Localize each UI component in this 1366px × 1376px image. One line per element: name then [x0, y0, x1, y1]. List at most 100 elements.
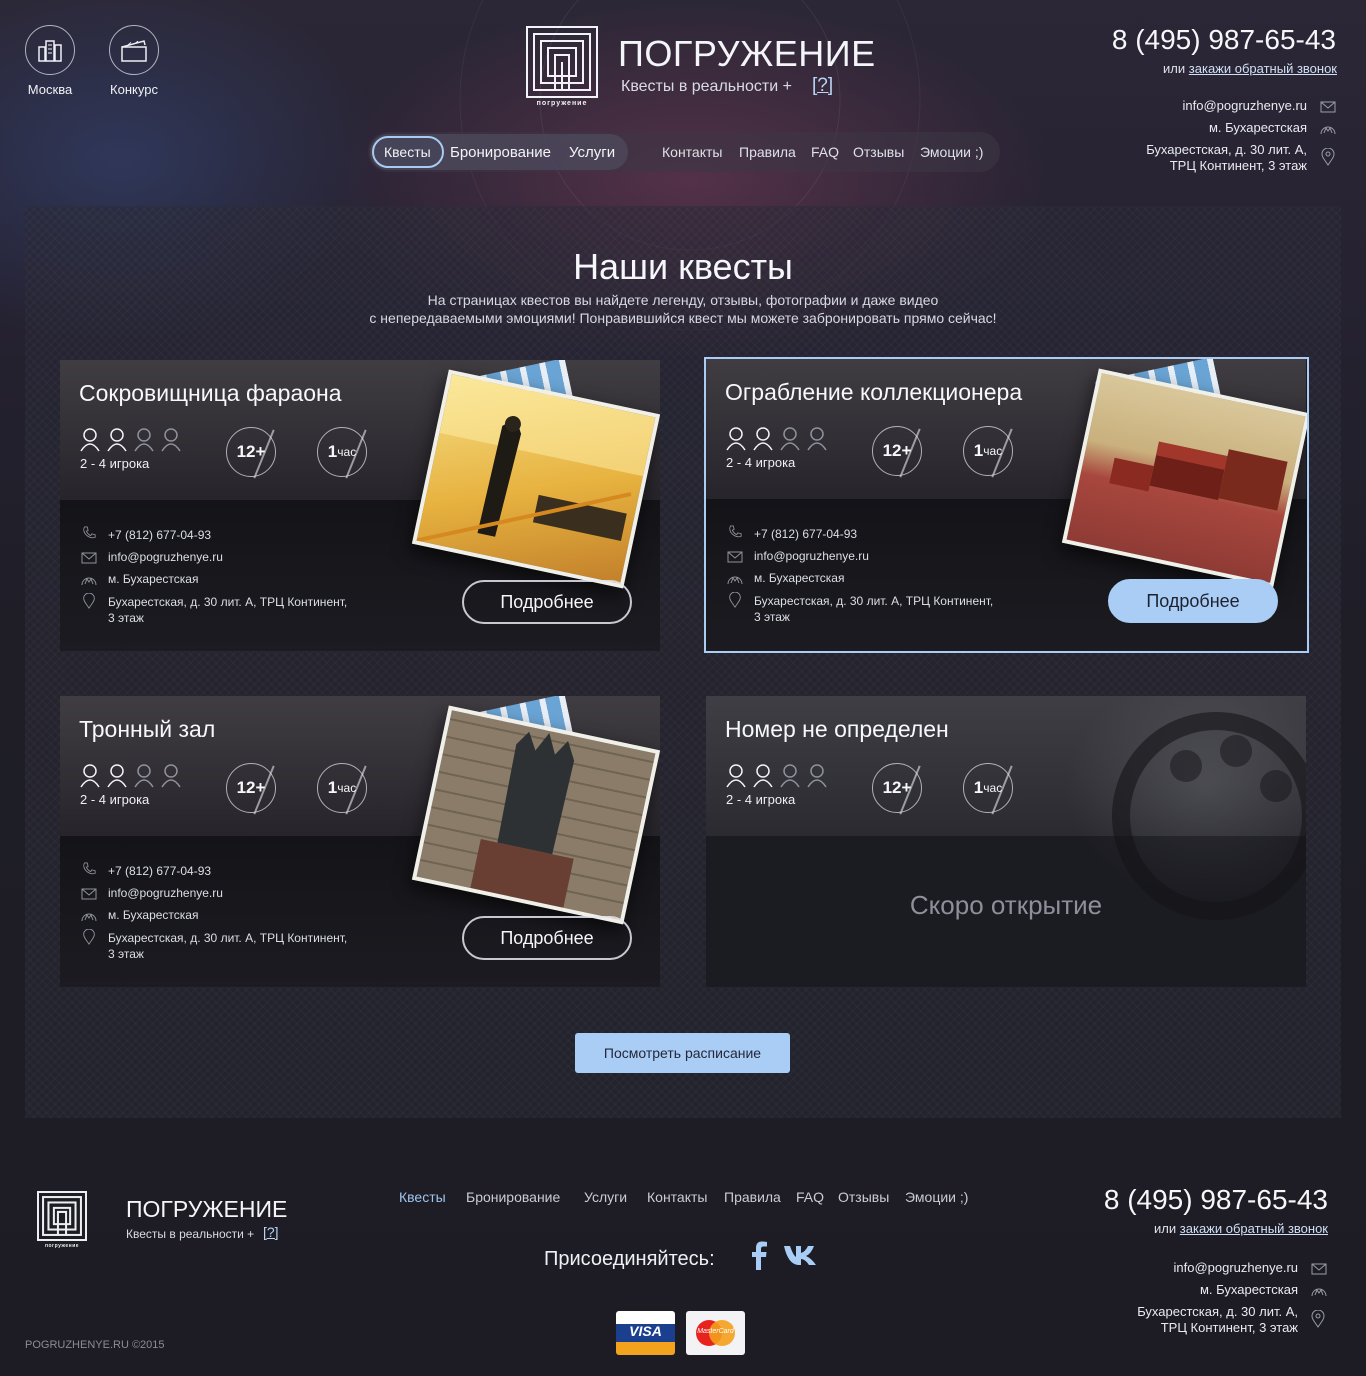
header-phone[interactable]: 8 (495) 987-65-43: [1112, 24, 1336, 56]
visa-card-icon: VISA: [616, 1311, 675, 1355]
more-button[interactable]: Подробнее: [462, 580, 632, 624]
nav-reviews[interactable]: Отзывы: [853, 144, 904, 160]
quest-title[interactable]: Сокровищница фараона: [79, 380, 342, 407]
quest-address: Бухарестская, д. 30 лит. А, ТРЦ Континен…: [754, 594, 994, 624]
mail-icon: [81, 888, 97, 900]
players-icons: [726, 427, 834, 453]
logo-icon[interactable]: [526, 26, 598, 98]
quest-phone[interactable]: +7 (812) 677-04-93: [108, 528, 211, 542]
footer-phone[interactable]: 8 (495) 987-65-43: [1104, 1184, 1328, 1216]
quest-title[interactable]: Ограбление коллекционера: [725, 379, 1022, 406]
contest-label[interactable]: Конкурс: [94, 82, 174, 97]
nav-booking[interactable]: Бронирование: [450, 144, 551, 161]
footer-nav-reviews[interactable]: Отзывы: [838, 1189, 889, 1205]
quest-title: Номер не определен: [725, 716, 949, 742]
person-icon-dim: [780, 427, 800, 451]
vk-icon[interactable]: [783, 1244, 817, 1266]
nav-contacts[interactable]: Контакты: [662, 144, 722, 160]
city-buildings-icon: [38, 40, 62, 62]
quest-email[interactable]: info@pogruzhenye.ru: [754, 549, 869, 563]
person-icon-dim: [807, 764, 827, 788]
location-pin-icon: [83, 593, 95, 609]
quest-card-throne[interactable]: Тронный зал 2 - 4 игрока 12+ 1 час +7 (81…: [60, 696, 660, 987]
person-icon: [107, 764, 127, 788]
location-pin-icon: [1321, 148, 1335, 166]
footer-nav-services[interactable]: Услуги: [584, 1189, 627, 1205]
person-icon: [107, 428, 127, 452]
duration-badge: 1 час: [317, 427, 367, 477]
nav-faq[interactable]: FAQ: [811, 144, 839, 160]
header-address: Бухарестская, д. 30 лит. А, ТРЦ Континен…: [1146, 142, 1307, 173]
footer-nav-quests[interactable]: Квесты: [399, 1189, 446, 1205]
footer-nav-rules[interactable]: Правила: [724, 1189, 781, 1205]
page-subtitle: На страницах квестов вы найдете легенду,…: [369, 292, 997, 326]
quest-card-pharaoh[interactable]: Сокровищница фараона 2 - 4 игрока 12+ 1ч…: [60, 360, 660, 651]
page-title: Наши квесты: [573, 246, 793, 287]
footer-brand[interactable]: ПОГРУЖЕНИЕ: [126, 1196, 287, 1223]
players-count: 2 - 4 игрока: [80, 456, 150, 471]
city-button[interactable]: [25, 25, 75, 75]
quest-card-unknown: Номер не определен 2 - 4 игрока 12+ 1 час…: [706, 696, 1306, 987]
quest-email[interactable]: info@pogruzhenye.ru: [108, 886, 223, 900]
quest-card-collector[interactable]: Ограбление коллекционера 2 - 4 игрока 12…: [704, 357, 1309, 653]
duration-badge: 1 час: [963, 763, 1013, 813]
person-icon: [80, 428, 100, 452]
help-link[interactable]: [?]: [812, 75, 833, 97]
footer-address: Бухарестская, д. 30 лит. А, ТРЦ Континен…: [1137, 1304, 1298, 1335]
quest-phone[interactable]: +7 (812) 677-04-93: [108, 864, 211, 878]
age-badge: 12+: [226, 763, 276, 813]
footer-email[interactable]: info@pogruzhenye.ru: [1174, 1260, 1299, 1276]
person-icon: [753, 764, 773, 788]
more-button[interactable]: Подробнее: [462, 916, 632, 960]
schedule-button[interactable]: Посмотреть расписание: [575, 1033, 790, 1073]
header-email[interactable]: info@pogruzhenye.ru: [1183, 98, 1308, 114]
header-metro: м. Бухарестская: [1208, 120, 1307, 135]
footer-nav-booking[interactable]: Бронирование: [466, 1189, 560, 1205]
footer-logo-icon[interactable]: [37, 1191, 87, 1241]
players-icons: [80, 764, 188, 790]
nav-quests[interactable]: Квесты: [384, 144, 431, 160]
metro-icon: [81, 577, 97, 586]
facebook-icon[interactable]: [750, 1240, 768, 1270]
quest-email[interactable]: info@pogruzhenye.ru: [108, 550, 223, 564]
person-icon-dim: [161, 764, 181, 788]
mastercard-icon: MasterCard: [686, 1311, 745, 1355]
age-badge: 12+: [226, 427, 276, 477]
mail-icon: [1311, 1263, 1327, 1275]
brand-name[interactable]: ПОГРУЖЕНИЕ: [618, 33, 876, 75]
logo-caption: погружение: [536, 100, 588, 107]
quest-title[interactable]: Тронный зал: [79, 716, 215, 743]
callback-text: или закажи обратный звонок: [1163, 61, 1337, 76]
metro-icon: [1320, 126, 1336, 135]
footer-metro: м. Бухарестская: [1199, 1282, 1298, 1297]
slogan: Квесты в реальности +: [621, 78, 792, 95]
nav-rules[interactable]: Правила: [739, 144, 796, 160]
quest-metro: м. Бухарестская: [108, 572, 199, 586]
players-icons: [80, 428, 188, 454]
person-icon: [726, 427, 746, 451]
quest-address: Бухарестская, д. 30 лит. А, ТРЦ Континен…: [108, 931, 348, 961]
contest-button[interactable]: [109, 25, 159, 75]
quest-address: Бухарестская, д. 30 лит. А, ТРЦ Континен…: [108, 595, 348, 625]
quest-metro: м. Бухарестская: [754, 571, 845, 585]
join-label: Присоединяйтесь:: [544, 1248, 715, 1270]
person-icon: [726, 764, 746, 788]
mail-icon: [81, 552, 97, 564]
person-icon-dim: [134, 428, 154, 452]
age-badge: 12+: [872, 426, 922, 476]
location-pin-icon: [1311, 1310, 1325, 1328]
nav-services[interactable]: Услуги: [569, 144, 615, 161]
clapperboard-icon: [121, 40, 147, 62]
phone-icon: [83, 526, 96, 539]
footer-help-link[interactable]: [?]: [263, 1224, 279, 1240]
quest-phone[interactable]: +7 (812) 677-04-93: [754, 527, 857, 541]
nav-emotions[interactable]: Эмоции ;): [920, 144, 983, 160]
location-pin-icon: [729, 592, 741, 608]
footer-nav-faq[interactable]: FAQ: [796, 1189, 824, 1205]
city-label[interactable]: Москва: [10, 82, 90, 97]
more-button[interactable]: Подробнее: [1108, 579, 1278, 623]
footer-nav-contacts[interactable]: Контакты: [647, 1189, 707, 1205]
footer-nav-emotions[interactable]: Эмоции ;): [905, 1189, 968, 1205]
footer-callback-link[interactable]: закажи обратный звонок: [1180, 1221, 1328, 1236]
callback-link[interactable]: закажи обратный звонок: [1189, 61, 1337, 76]
